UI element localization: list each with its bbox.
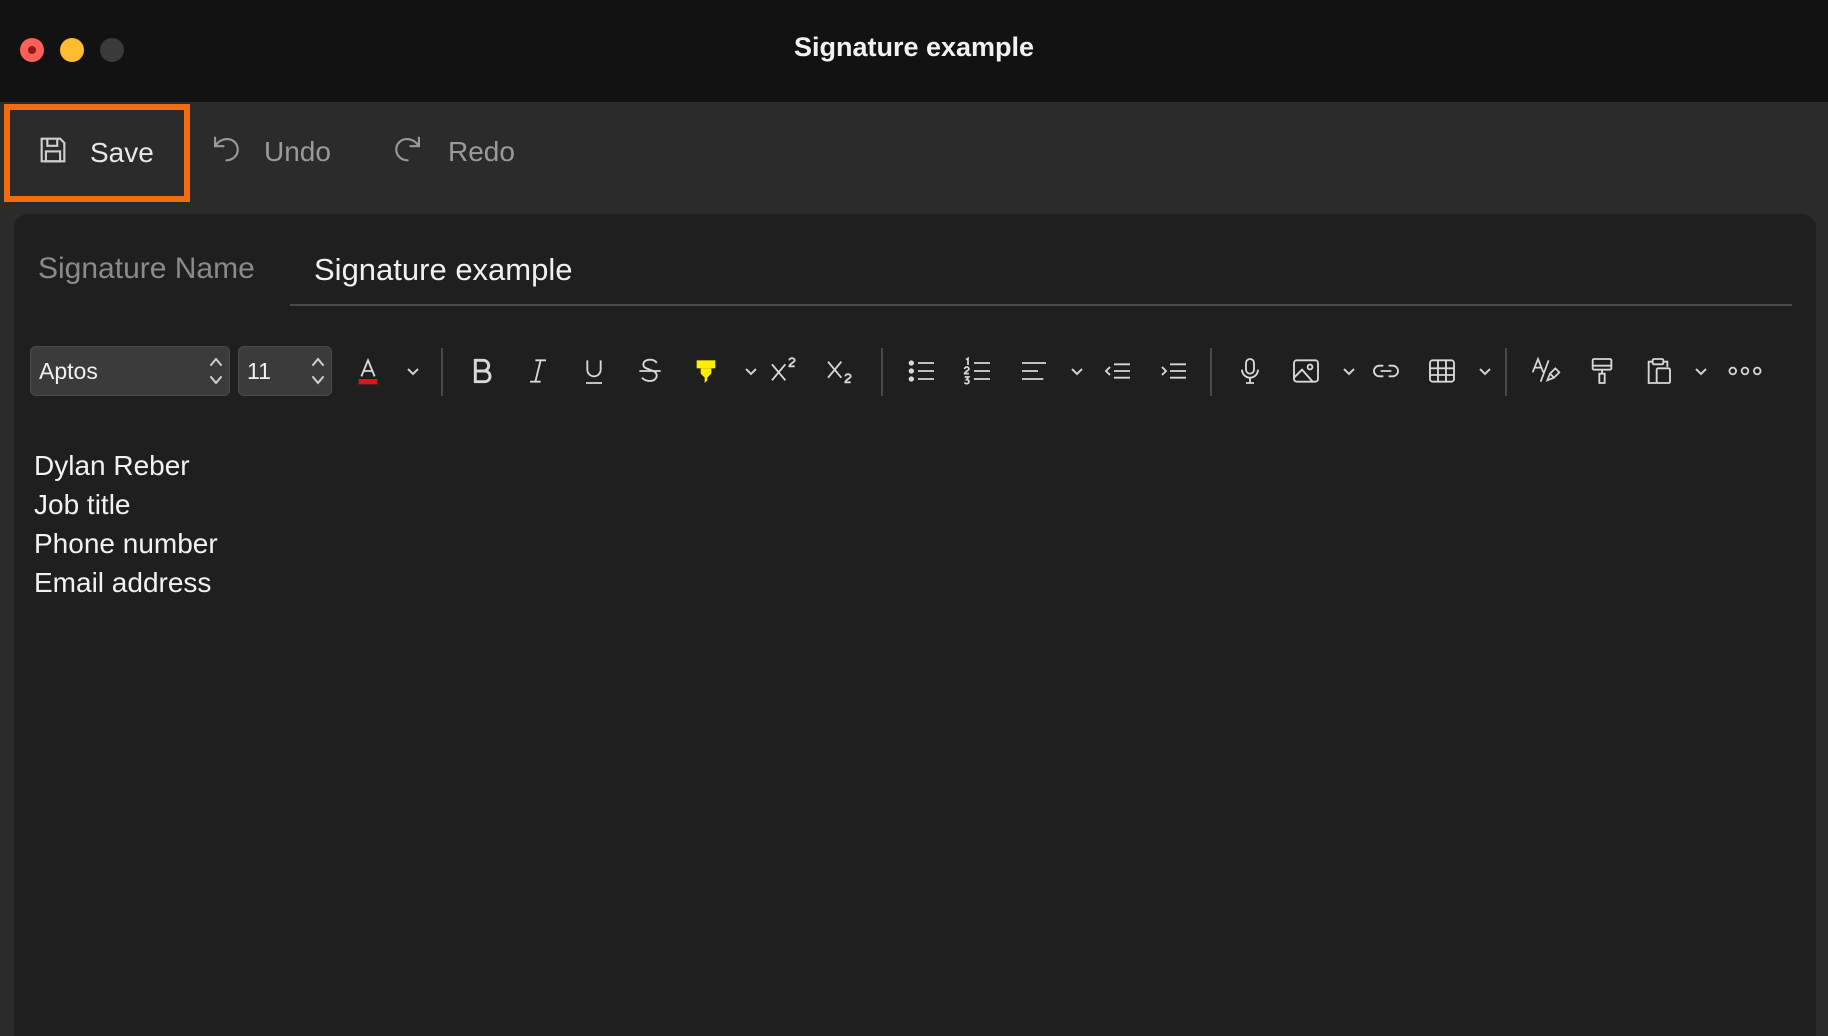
align-dropdown[interactable] xyxy=(1068,359,1086,383)
font-family-select[interactable]: Aptos xyxy=(30,346,230,396)
save-label: Save xyxy=(90,137,154,168)
toolbar-divider xyxy=(1505,348,1507,396)
signature-editor-window: Signature example Save Undo Redo Signatu… xyxy=(0,0,1828,1036)
toolbar-divider xyxy=(441,348,443,396)
signature-line-email: Email address xyxy=(34,567,212,598)
redo-button[interactable]: Redo xyxy=(392,102,515,202)
font-family-value: Aptos xyxy=(39,357,98,384)
chevron-down-icon xyxy=(1343,368,1355,376)
decrease-indent-button[interactable] xyxy=(1098,351,1138,391)
superscript-button[interactable] xyxy=(764,351,804,391)
chevron-down-icon xyxy=(1071,368,1083,376)
chevron-down-icon xyxy=(407,368,419,376)
signature-body[interactable]: Dylan Reber Job title Phone number Email… xyxy=(34,446,218,602)
highlight-button[interactable] xyxy=(686,351,726,391)
signature-line-job-title: Job title xyxy=(34,489,131,520)
insert-link-button[interactable] xyxy=(1366,351,1406,391)
table-icon xyxy=(1429,359,1455,383)
editor-button[interactable] xyxy=(1526,351,1566,391)
align-button[interactable] xyxy=(1014,351,1054,391)
save-icon xyxy=(36,133,70,174)
font-size-value: 11 xyxy=(247,357,271,384)
microphone-icon xyxy=(1241,358,1259,384)
more-icon xyxy=(1728,366,1762,376)
font-color-button[interactable] xyxy=(348,351,388,391)
bold-icon xyxy=(473,358,492,384)
image-dropdown[interactable] xyxy=(1340,359,1358,383)
subscript-button[interactable] xyxy=(820,351,860,391)
strikethrough-icon xyxy=(639,358,661,382)
stepper-arrows-icon xyxy=(210,357,222,385)
font-size-select[interactable]: 11 xyxy=(238,346,332,396)
stepper-arrows-icon xyxy=(312,357,324,385)
numbered-list-icon xyxy=(963,356,990,385)
chevron-down-icon xyxy=(1479,368,1491,376)
undo-label: Undo xyxy=(264,136,331,167)
title-bar: Signature example xyxy=(0,0,1828,102)
italic-button[interactable] xyxy=(518,351,558,391)
format-painter-button[interactable] xyxy=(1582,351,1622,391)
toolbar-divider xyxy=(881,348,883,396)
undo-button[interactable]: Undo xyxy=(208,102,331,202)
chevron-down-icon xyxy=(1695,368,1707,376)
subscript-icon xyxy=(827,361,852,384)
bullet-list-button[interactable] xyxy=(902,351,942,391)
save-button[interactable]: Save xyxy=(4,104,190,202)
format-painter-icon xyxy=(1591,358,1613,384)
increase-indent-icon xyxy=(1161,363,1186,379)
highlight-icon xyxy=(696,360,716,383)
chevron-down-icon xyxy=(745,368,757,376)
numbered-list-button[interactable] xyxy=(958,351,998,391)
undo-icon xyxy=(208,132,242,173)
paste-icon xyxy=(1647,358,1671,384)
bold-button[interactable] xyxy=(462,351,502,391)
underline-icon xyxy=(586,360,602,384)
link-icon xyxy=(1373,364,1399,378)
more-options-button[interactable] xyxy=(1720,351,1770,391)
toolbar-divider xyxy=(1210,348,1212,396)
font-color-icon xyxy=(358,357,378,385)
strikethrough-button[interactable] xyxy=(630,351,670,391)
decrease-indent-icon xyxy=(1104,363,1130,379)
increase-indent-button[interactable] xyxy=(1154,351,1194,391)
signature-name-input[interactable] xyxy=(290,236,1792,306)
formatting-toolbar: Aptos 11 xyxy=(30,346,1800,396)
align-left-icon xyxy=(1022,362,1046,380)
signature-line-name: Dylan Reber xyxy=(34,450,190,481)
insert-image-button[interactable] xyxy=(1286,351,1326,391)
signature-name-label: Signature Name xyxy=(38,252,255,285)
dictate-button[interactable] xyxy=(1230,351,1270,391)
command-bar: Save Undo Redo xyxy=(0,102,1828,214)
editor-panel: Signature Name Aptos 11 xyxy=(14,214,1816,1036)
paste-button[interactable] xyxy=(1638,351,1678,391)
italic-icon xyxy=(530,359,546,383)
font-color-dropdown[interactable] xyxy=(404,359,422,383)
redo-label: Redo xyxy=(448,136,515,167)
redo-icon xyxy=(392,132,426,173)
table-dropdown[interactable] xyxy=(1476,359,1494,383)
underline-button[interactable] xyxy=(574,351,614,391)
editor-spellcheck-icon xyxy=(1531,356,1561,382)
highlight-dropdown[interactable] xyxy=(742,359,760,383)
insert-table-button[interactable] xyxy=(1422,351,1462,391)
window-title: Signature example xyxy=(793,32,1035,62)
image-icon xyxy=(1293,359,1319,383)
superscript-icon xyxy=(771,357,796,381)
signature-line-phone: Phone number xyxy=(34,528,218,559)
paste-dropdown[interactable] xyxy=(1692,359,1710,383)
bullet-list-icon xyxy=(908,360,934,382)
